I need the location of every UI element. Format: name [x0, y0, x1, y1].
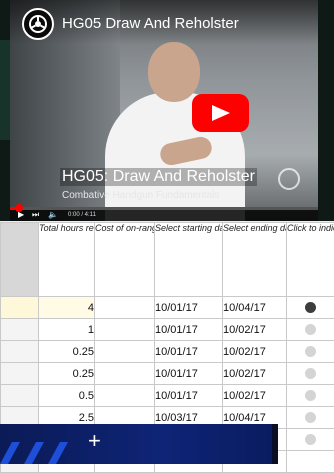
next-icon[interactable]: ⏭ [32, 210, 39, 220]
play-icon [212, 105, 230, 121]
header-row-label [1, 223, 39, 297]
header-cost: Cost of on-range training. [95, 223, 155, 297]
header-total-hours: Total hours required to complete activit… [39, 223, 95, 297]
hours-cell: 1 [39, 319, 95, 341]
cost-cell[interactable] [95, 319, 155, 341]
cost-cell[interactable] [95, 363, 155, 385]
video-title[interactable]: HG05 Draw And Reholster [62, 15, 239, 32]
completion-cell[interactable] [287, 429, 334, 451]
video-time: 0:00 / 4:11 [68, 211, 96, 219]
banner-stripes-icon [0, 442, 80, 464]
hours-cell: 4 [39, 297, 95, 319]
start-date-cell[interactable]: 10/01/17 [155, 363, 223, 385]
page-left-accent [0, 40, 10, 140]
completion-cell[interactable] [287, 297, 334, 319]
page-right-edge [318, 0, 334, 221]
row-label-cell [1, 297, 39, 319]
hours-cell: 0.25 [39, 363, 95, 385]
start-date-cell[interactable]: 10/01/17 [155, 385, 223, 407]
completion-toggle[interactable] [305, 324, 316, 335]
video-overlay-subtitle: Combative Handgun Fundamentals [62, 190, 219, 201]
completion-toggle[interactable] [305, 368, 316, 379]
table-header-row: Total hours required to complete activit… [1, 223, 334, 297]
volume-icon[interactable]: 🔈 [48, 210, 58, 220]
hours-cell: 0.5 [39, 385, 95, 407]
completion-cell[interactable] [287, 385, 334, 407]
start-date-cell[interactable]: 10/01/17 [155, 319, 223, 341]
start-date-cell[interactable]: 10/01/17 [155, 297, 223, 319]
completion-toggle[interactable] [305, 412, 316, 423]
end-date-cell[interactable]: 10/02/17 [223, 385, 287, 407]
video-overlay-title: HG05: Draw And Reholster [60, 168, 257, 186]
play-button[interactable] [192, 94, 249, 132]
start-date-cell[interactable]: 10/01/17 [155, 341, 223, 363]
completion-toggle[interactable] [305, 346, 316, 357]
row-label-cell [1, 319, 39, 341]
completion-cell[interactable] [287, 363, 334, 385]
watermark-icon [278, 168, 300, 190]
cost-cell[interactable] [95, 385, 155, 407]
completion-toggle[interactable] [305, 390, 316, 401]
completion-cell[interactable] [287, 341, 334, 363]
completion-cell[interactable] [287, 319, 334, 341]
cost-cell[interactable] [95, 341, 155, 363]
completion-toggle[interactable] [305, 302, 316, 313]
video-player[interactable]: HG05 Draw And Reholster HG05: Draw And R… [10, 0, 318, 221]
header-completion: Click to indicate comple-tion level. [287, 223, 334, 297]
bottom-banner: + [0, 424, 272, 464]
hours-cell: 0.25 [39, 341, 95, 363]
channel-logo-icon[interactable] [22, 8, 54, 40]
video-person-head [148, 42, 200, 102]
table-row: 0.25 10/01/1710/02/17 [1, 341, 334, 363]
table-row: 0.5 10/01/1710/02/17 [1, 385, 334, 407]
row-label-cell [1, 363, 39, 385]
play-pause-icon[interactable]: ▶ [18, 210, 24, 220]
end-date-cell[interactable]: 10/02/17 [223, 341, 287, 363]
completion-cell[interactable] [287, 407, 334, 429]
end-date-cell[interactable]: 10/02/17 [223, 319, 287, 341]
table-row: 0.25 10/01/1710/02/17 [1, 363, 334, 385]
completion-cell[interactable] [287, 451, 334, 473]
header-start-date: Select starting date of activity. [155, 223, 223, 297]
end-date-cell[interactable]: 10/02/17 [223, 363, 287, 385]
table-row: 4 10/01/1710/04/17 [1, 297, 334, 319]
banner-plus-icon: + [88, 430, 101, 452]
header-end-date: Select ending date of activity. [223, 223, 287, 297]
end-date-cell[interactable]: 10/04/17 [223, 297, 287, 319]
row-label-cell [1, 385, 39, 407]
completion-toggle[interactable] [305, 434, 316, 445]
table-row: 1 10/01/1710/02/17 [1, 319, 334, 341]
row-label-cell [1, 341, 39, 363]
banner-edge [272, 424, 278, 464]
cost-cell[interactable] [95, 297, 155, 319]
